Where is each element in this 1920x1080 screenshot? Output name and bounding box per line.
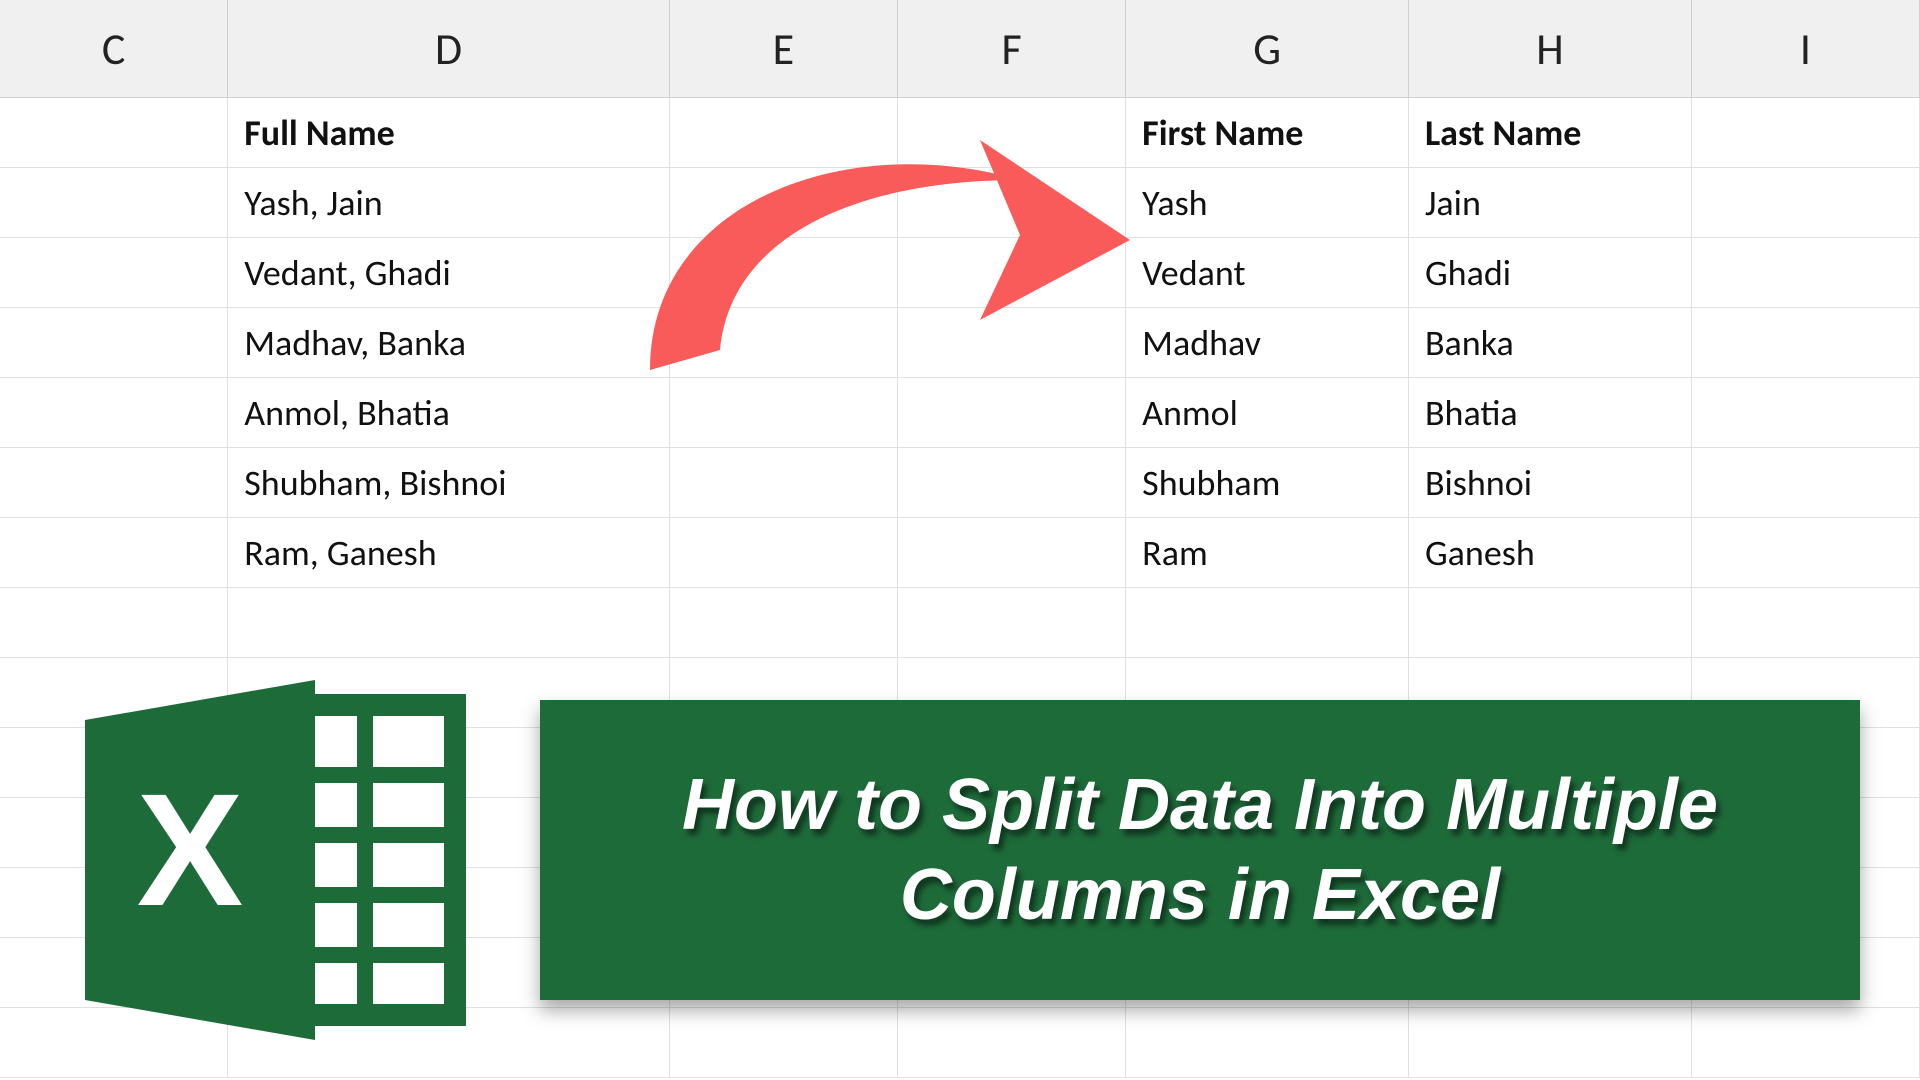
cell[interactable] bbox=[670, 238, 898, 308]
cell[interactable] bbox=[0, 168, 228, 238]
cell[interactable] bbox=[1409, 1008, 1692, 1078]
cell[interactable] bbox=[898, 1008, 1126, 1078]
cell[interactable] bbox=[1692, 588, 1920, 658]
table-row bbox=[0, 588, 1920, 658]
cell[interactable] bbox=[670, 98, 898, 168]
cell-last-name[interactable]: Jain bbox=[1409, 168, 1692, 238]
cell[interactable] bbox=[0, 448, 228, 518]
cell[interactable] bbox=[0, 1008, 228, 1078]
cell-first-name[interactable]: Madhav bbox=[1126, 308, 1409, 378]
cell-last-name[interactable]: Banka bbox=[1409, 308, 1692, 378]
cell[interactable] bbox=[0, 98, 228, 168]
cell[interactable] bbox=[0, 518, 228, 588]
cell-last-name[interactable]: Bishnoi bbox=[1409, 448, 1692, 518]
column-header-row: C D E F G H I bbox=[0, 0, 1920, 98]
cell[interactable] bbox=[1692, 518, 1920, 588]
cell-last-name[interactable]: Bhatia bbox=[1409, 378, 1692, 448]
cell[interactable] bbox=[1692, 98, 1920, 168]
column-header-f[interactable]: F bbox=[898, 0, 1126, 97]
cell[interactable] bbox=[898, 518, 1126, 588]
cell-first-name[interactable]: Shubham bbox=[1126, 448, 1409, 518]
table-row: Madhav, Banka Madhav Banka bbox=[0, 308, 1920, 378]
cell-full-name[interactable]: Shubham, Bishnoi bbox=[228, 448, 669, 518]
table-row: Full Name First Name Last Name bbox=[0, 98, 1920, 168]
cell-first-name[interactable]: Yash bbox=[1126, 168, 1409, 238]
cell[interactable] bbox=[0, 868, 228, 938]
table-row: Yash, Jain Yash Jain bbox=[0, 168, 1920, 238]
cell[interactable] bbox=[1692, 448, 1920, 518]
cell-last-name-header[interactable]: Last Name bbox=[1409, 98, 1692, 168]
cell-full-name[interactable]: Ram, Ganesh bbox=[228, 518, 669, 588]
cell-last-name[interactable]: Ghadi bbox=[1409, 238, 1692, 308]
cell[interactable] bbox=[0, 308, 228, 378]
cell-first-name[interactable]: Anmol bbox=[1126, 378, 1409, 448]
cell-full-name-header[interactable]: Full Name bbox=[228, 98, 669, 168]
cell-first-name-header[interactable]: First Name bbox=[1126, 98, 1409, 168]
column-header-e[interactable]: E bbox=[670, 0, 898, 97]
cell[interactable] bbox=[0, 238, 228, 308]
cell-full-name[interactable]: Yash, Jain bbox=[228, 168, 669, 238]
cell[interactable] bbox=[670, 518, 898, 588]
column-header-h[interactable]: H bbox=[1409, 0, 1692, 97]
cell[interactable] bbox=[898, 448, 1126, 518]
cell[interactable] bbox=[1692, 378, 1920, 448]
cell[interactable] bbox=[228, 1008, 669, 1078]
cell[interactable] bbox=[898, 588, 1126, 658]
cell[interactable] bbox=[670, 1008, 898, 1078]
cell[interactable] bbox=[0, 798, 228, 868]
cell[interactable] bbox=[1692, 308, 1920, 378]
column-header-i[interactable]: I bbox=[1692, 0, 1920, 97]
cell-full-name[interactable]: Vedant, Ghadi bbox=[228, 238, 669, 308]
cell[interactable] bbox=[228, 588, 669, 658]
table-row: Ram, Ganesh Ram Ganesh bbox=[0, 518, 1920, 588]
cell[interactable] bbox=[670, 588, 898, 658]
cell[interactable] bbox=[1692, 168, 1920, 238]
cell-last-name[interactable]: Ganesh bbox=[1409, 518, 1692, 588]
cell[interactable] bbox=[898, 98, 1126, 168]
table-row: Shubham, Bishnoi Shubham Bishnoi bbox=[0, 448, 1920, 518]
cell-full-name[interactable]: Madhav, Banka bbox=[228, 308, 669, 378]
column-header-g[interactable]: G bbox=[1126, 0, 1409, 97]
cell[interactable] bbox=[1126, 1008, 1409, 1078]
table-row: Anmol, Bhatia Anmol Bhatia bbox=[0, 378, 1920, 448]
cell[interactable] bbox=[1692, 238, 1920, 308]
cell[interactable] bbox=[670, 168, 898, 238]
cell-first-name[interactable]: Ram bbox=[1126, 518, 1409, 588]
cell[interactable] bbox=[898, 168, 1126, 238]
column-header-c[interactable]: C bbox=[0, 0, 228, 97]
cell[interactable] bbox=[670, 378, 898, 448]
cell[interactable] bbox=[670, 448, 898, 518]
title-banner: How to Split Data Into Multiple Columns … bbox=[540, 700, 1860, 1000]
cell[interactable] bbox=[898, 238, 1126, 308]
banner-title: How to Split Data Into Multiple Columns … bbox=[580, 760, 1820, 940]
cell-first-name[interactable]: Vedant bbox=[1126, 238, 1409, 308]
cell[interactable] bbox=[898, 308, 1126, 378]
cell[interactable] bbox=[0, 658, 228, 728]
cell-full-name[interactable]: Anmol, Bhatia bbox=[228, 378, 669, 448]
cell[interactable] bbox=[1692, 1008, 1920, 1078]
cell[interactable] bbox=[898, 378, 1126, 448]
cell[interactable] bbox=[0, 728, 228, 798]
cell[interactable] bbox=[0, 588, 228, 658]
cell[interactable] bbox=[1409, 588, 1692, 658]
cell[interactable] bbox=[670, 308, 898, 378]
cell[interactable] bbox=[0, 938, 228, 1008]
table-row: Vedant, Ghadi Vedant Ghadi bbox=[0, 238, 1920, 308]
cell[interactable] bbox=[0, 378, 228, 448]
column-header-d[interactable]: D bbox=[228, 0, 670, 97]
table-row bbox=[0, 1008, 1920, 1078]
cell[interactable] bbox=[1126, 588, 1409, 658]
